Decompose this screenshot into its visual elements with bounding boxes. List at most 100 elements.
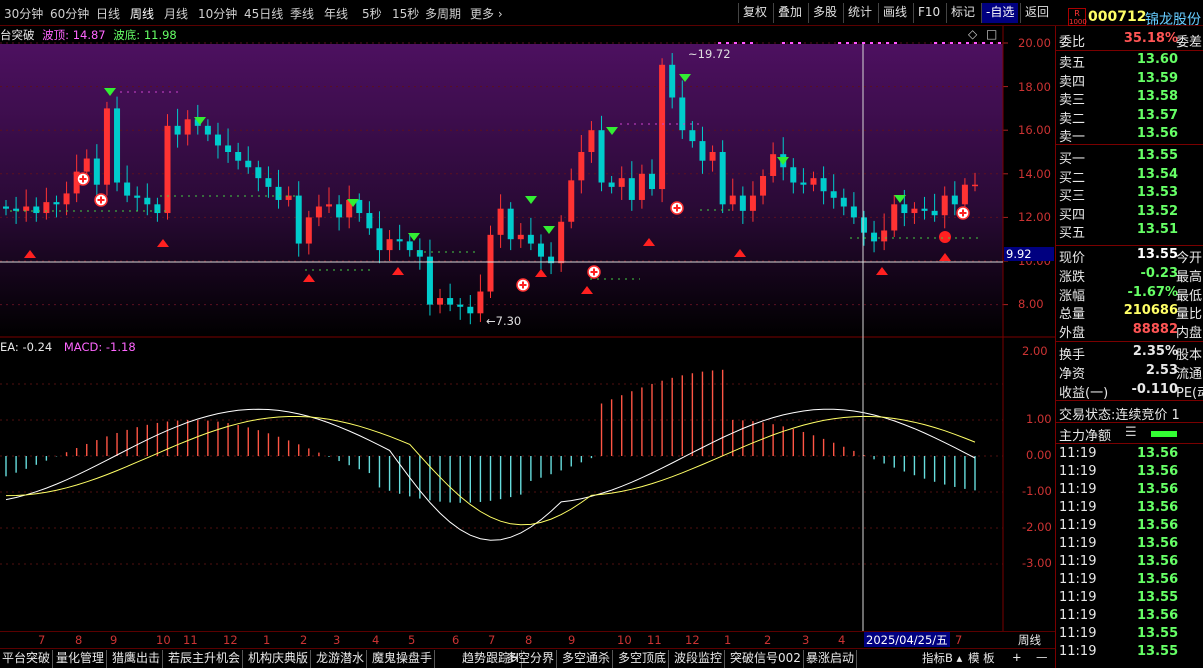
period-5sec[interactable]: 5秒 <box>362 5 382 22</box>
candle-body <box>921 208 928 211</box>
date-tick: 9 <box>568 633 576 647</box>
period-15sec[interactable]: 15秒 <box>392 5 419 22</box>
candle-body <box>951 195 958 205</box>
ask-row[interactable]: 卖二 13.57 <box>1059 108 1203 127</box>
indicator-tab[interactable]: 多空通杀 <box>560 650 614 668</box>
period-daily[interactable]: 日线 <box>96 5 120 22</box>
macd-axis-label: 1.00 <box>1026 412 1052 426</box>
ask-row[interactable]: 卖三 13.58 <box>1059 89 1203 108</box>
candle-body <box>891 204 898 231</box>
f10-button[interactable]: F10 <box>913 3 944 23</box>
candle-body <box>396 239 403 242</box>
add-button[interactable]: + <box>1012 650 1022 664</box>
dot-marker <box>862 42 865 44</box>
period-quarter[interactable]: 季线 <box>290 5 314 22</box>
weekly-period-button[interactable]: 周线 <box>1018 632 1041 648</box>
candle-body <box>144 197 151 205</box>
crosshair-date-label: 2025/04/25/五 <box>864 632 950 647</box>
indicator-tab[interactable]: 波段监控 <box>672 650 726 668</box>
date-tick: 11 <box>183 633 198 647</box>
price-axis-label: 8.00 <box>1018 297 1044 311</box>
candle-body <box>295 195 302 244</box>
indicator-tab[interactable]: 多空顶底 <box>616 650 670 668</box>
candle-body <box>33 206 40 214</box>
candle-body <box>114 108 121 183</box>
macd-label: MACD: -1.18 <box>63 340 136 354</box>
dot-marker <box>782 42 785 44</box>
period-more[interactable]: 更多 › <box>470 5 503 22</box>
candle-body <box>618 178 625 187</box>
kline-chart[interactable] <box>0 26 1055 631</box>
back-button[interactable]: 返回 <box>1020 3 1053 23</box>
dot-marker <box>726 42 729 44</box>
dot-marker <box>750 42 753 44</box>
candle-body <box>558 221 565 264</box>
candle-body <box>93 158 100 185</box>
indicator-tab[interactable]: 魔鬼操盘手 <box>370 650 436 668</box>
ask-row[interactable]: 卖四 13.59 <box>1059 71 1203 90</box>
candle-body <box>719 152 726 205</box>
price-axis-label: 12.00 <box>1018 210 1051 224</box>
period-10min[interactable]: 10分钟 <box>198 5 237 22</box>
period-45day[interactable]: 45日线 <box>244 5 283 22</box>
indicator-tab[interactable]: 多空分界 <box>504 650 558 668</box>
candle-body <box>810 178 817 185</box>
square-icon[interactable]: □ <box>986 27 997 41</box>
candle-body <box>840 197 847 207</box>
bid-row[interactable]: 买二 13.54 <box>1059 167 1203 186</box>
indicator-tab[interactable]: 猎鹰出击 <box>110 650 164 668</box>
period-weekly[interactable]: 周线 <box>130 5 154 22</box>
indicator-b-button[interactable]: 指标B ▴ <box>922 650 962 666</box>
indicator-tab[interactable]: 量化管理 <box>54 650 108 668</box>
price-axis-label: 16.00 <box>1018 123 1051 137</box>
indicator-tab[interactable]: 若辰主升机会 <box>166 650 244 668</box>
statistics-button[interactable]: 统计 <box>843 3 876 23</box>
period-30min[interactable]: 30分钟 <box>4 5 43 22</box>
candle-body <box>578 152 585 181</box>
bid-row[interactable]: 买三 13.53 <box>1059 185 1203 204</box>
bid-row[interactable]: 买五 13.51 <box>1059 222 1203 241</box>
candle-body <box>881 230 888 242</box>
remove-button[interactable]: — <box>1036 650 1048 664</box>
bid-row[interactable]: 买四 13.52 <box>1059 204 1203 223</box>
dot-marker <box>990 42 993 44</box>
date-tick: 8 <box>75 633 83 647</box>
date-tick: 5 <box>408 633 416 647</box>
fuquan-button[interactable]: 复权 <box>738 3 771 23</box>
period-year[interactable]: 年线 <box>324 5 348 22</box>
candle-body <box>214 134 221 146</box>
candle-body <box>134 195 141 198</box>
list-icon[interactable]: ☰ <box>1125 425 1137 440</box>
candle-body <box>638 173 645 200</box>
mark-button[interactable]: 标记 <box>946 3 979 23</box>
candle-body <box>326 204 332 207</box>
indicator-tab[interactable]: 龙游潜水 <box>314 650 368 668</box>
dot-marker <box>846 42 849 44</box>
price-panel-background <box>0 44 1003 337</box>
stock-name[interactable]: 锦龙股份 <box>1145 9 1201 29</box>
period-monthly[interactable]: 月线 <box>164 5 188 22</box>
overlay-button[interactable]: 叠加 <box>773 3 806 23</box>
ask-row[interactable]: 卖五 13.60 <box>1059 52 1203 71</box>
stock-code: 000712 <box>1088 9 1147 25</box>
draw-line-button[interactable]: 画线 <box>878 3 911 23</box>
date-tick: 1 <box>724 633 732 647</box>
indicator-tab[interactable]: 突破信号002 <box>728 650 804 668</box>
candle-body <box>315 206 322 218</box>
candle-body <box>790 167 797 183</box>
indicator-tab[interactable]: 暴涨启动 <box>804 650 858 668</box>
candle-body <box>649 173 655 190</box>
template-button[interactable]: 模 板 <box>968 650 995 666</box>
indicator-tab[interactable]: 机构庆典版 <box>246 650 312 668</box>
watchlist-button[interactable]: -自选 <box>981 3 1019 23</box>
ask-row[interactable]: 卖一 13.56 <box>1059 126 1203 145</box>
diamond-icon[interactable]: ◇ <box>968 27 977 41</box>
multi-stock-button[interactable]: 多股 <box>808 3 841 23</box>
date-tick: 6 <box>452 633 460 647</box>
period-60min[interactable]: 60分钟 <box>50 5 89 22</box>
indicator-tab[interactable]: 平台突破 <box>0 650 54 668</box>
dot-marker <box>790 42 793 44</box>
candle-body <box>225 145 232 152</box>
bid-row[interactable]: 买一 13.55 <box>1059 148 1203 167</box>
period-multi[interactable]: 多周期 <box>425 5 461 22</box>
